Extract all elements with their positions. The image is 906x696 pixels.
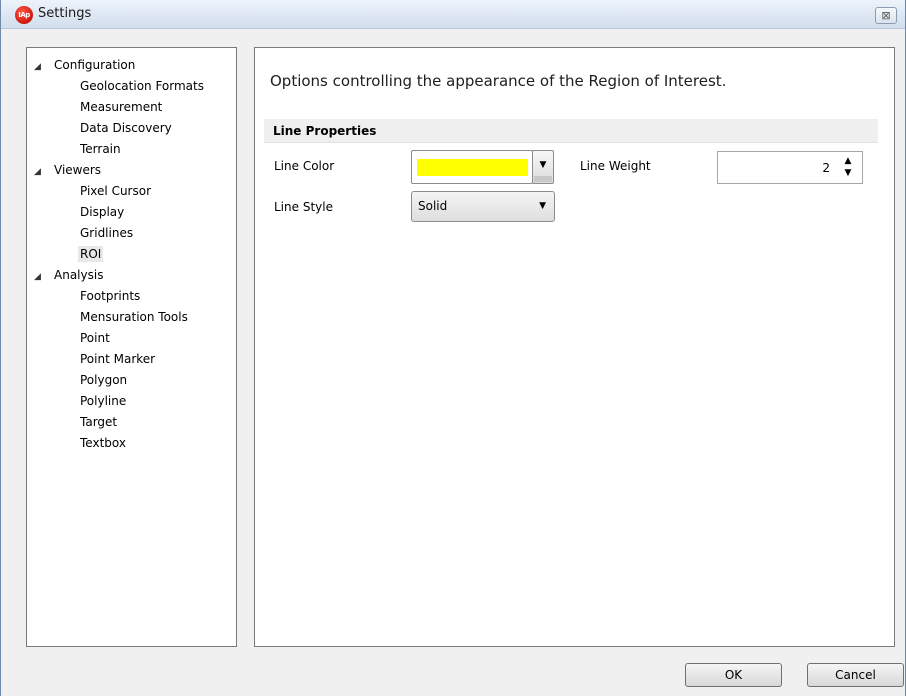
tree-item-measurement[interactable]: Measurement	[27, 97, 236, 118]
tree-item-gridlines[interactable]: Gridlines	[27, 223, 236, 244]
tree-item-point[interactable]: Point	[27, 328, 236, 349]
tree-item-label: Pixel Cursor	[80, 184, 152, 198]
tree-group-viewers[interactable]: ◢ Viewers	[27, 160, 236, 181]
tree-group-label: Viewers	[54, 163, 102, 177]
page-description: Options controlling the appearance of th…	[270, 72, 727, 90]
tree-item-roi[interactable]: ROI	[27, 244, 236, 265]
chevron-down-icon: ▼	[539, 160, 547, 170]
tree-item-pixel-cursor[interactable]: Pixel Cursor	[27, 181, 236, 202]
tree-item-label: Footprints	[80, 289, 141, 303]
tree-item-polyline[interactable]: Polyline	[27, 391, 236, 412]
line-style-select[interactable]: Solid ▼	[411, 191, 555, 222]
chevron-up-icon[interactable]: ▲	[842, 155, 854, 167]
expand-triangle-icon[interactable]: ◢	[34, 267, 54, 288]
tree-item-target[interactable]: Target	[27, 412, 236, 433]
tree-item-label: Polygon	[80, 373, 128, 387]
line-color-swatch	[417, 159, 528, 176]
window-title: Settings	[38, 6, 92, 21]
line-style-value: Solid	[418, 199, 448, 213]
settings-window: IAp Settings ⊠ ◢ Configuration Geolocation…	[0, 0, 906, 696]
title-bar: IAp Settings ⊠	[1, 0, 905, 29]
line-weight-label: Line Weight	[580, 159, 651, 173]
dropdown-grip	[534, 176, 552, 182]
line-weight-value[interactable]: 2	[822, 161, 830, 175]
tree-item-mensuration-tools[interactable]: Mensuration Tools	[27, 307, 236, 328]
tree-item-label: Measurement	[80, 100, 163, 114]
tree-item-label: Display	[80, 205, 125, 219]
close-button[interactable]: ⊠	[875, 7, 897, 24]
tree-group-label: Analysis	[54, 268, 104, 282]
section-title: Line Properties	[273, 124, 377, 138]
tree-group-label: Configuration	[54, 58, 136, 72]
tree-item-display[interactable]: Display	[27, 202, 236, 223]
settings-tree: ◢ Configuration Geolocation Formats Measure…	[26, 47, 237, 647]
line-color-picker[interactable]: ▼	[411, 150, 555, 184]
tree-item-label: Geolocation Formats	[80, 79, 204, 93]
line-weight-stepper[interactable]: 2 ▲ ▼	[717, 151, 863, 184]
tree-item-terrain[interactable]: Terrain	[27, 139, 236, 160]
settings-content-panel: Options controlling the appearance of th…	[254, 47, 895, 647]
tree-item-label: Mensuration Tools	[80, 310, 188, 324]
expand-triangle-icon[interactable]: ◢	[34, 57, 54, 78]
app-logo-icon: IAp	[15, 6, 33, 24]
tree-item-polygon[interactable]: Polygon	[27, 370, 236, 391]
chevron-down-icon[interactable]: ▼	[842, 167, 854, 179]
tree-item-label: Point	[80, 331, 110, 345]
line-color-label: Line Color	[274, 159, 335, 173]
tree-item-label: Gridlines	[80, 226, 134, 240]
tree-item-label: Target	[80, 415, 118, 429]
tree-item-footprints[interactable]: Footprints	[27, 286, 236, 307]
line-color-field[interactable]	[411, 150, 533, 184]
line-style-label: Line Style	[274, 200, 333, 214]
tree-group-analysis[interactable]: ◢ Analysis	[27, 265, 236, 286]
tree-item-label: Point Marker	[80, 352, 156, 366]
section-header-line-properties: Line Properties	[264, 119, 878, 143]
ok-button[interactable]: OK	[685, 663, 782, 687]
tree-item-label: ROI	[78, 246, 104, 262]
chevron-down-icon: ▼	[539, 201, 546, 211]
tree-item-label: Textbox	[80, 436, 126, 450]
tree-group-configuration[interactable]: ◢ Configuration	[27, 55, 236, 76]
tree-item-geolocation-formats[interactable]: Geolocation Formats	[27, 76, 236, 97]
expand-triangle-icon[interactable]: ◢	[34, 162, 54, 183]
tree-item-label: Data Discovery	[80, 121, 172, 135]
tree-item-label: Polyline	[80, 394, 127, 408]
tree-item-label: Terrain	[80, 142, 121, 156]
tree-item-textbox[interactable]: Textbox	[27, 433, 236, 454]
cancel-button[interactable]: Cancel	[807, 663, 904, 687]
tree-item-point-marker[interactable]: Point Marker	[27, 349, 236, 370]
tree-item-data-discovery[interactable]: Data Discovery	[27, 118, 236, 139]
